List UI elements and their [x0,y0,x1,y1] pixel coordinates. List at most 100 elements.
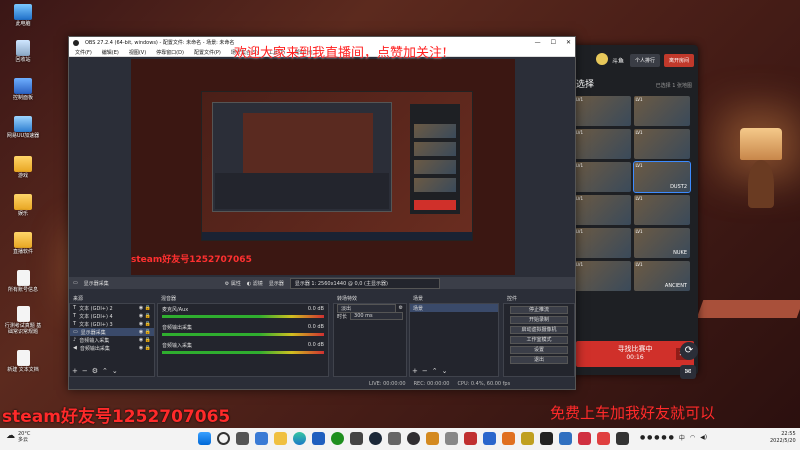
steam-icon[interactable] [369,432,382,445]
volume-meter[interactable] [162,351,324,354]
obs-icon[interactable] [407,432,420,445]
app-icon[interactable] [597,432,610,445]
settings-button[interactable]: 设置 [510,346,568,354]
stop-streaming-button[interactable]: 停止推流 [510,306,568,314]
scene-down-button[interactable]: ⌄ [442,367,448,375]
add-source-button[interactable]: + [72,367,78,375]
eye-icon[interactable]: ◉ 🔒 [139,345,151,351]
menu-profile[interactable]: 配置文件(P) [194,49,221,56]
volume-icon[interactable]: ◀) [700,434,707,441]
map-tile[interactable]: LV1 ANCIENT [633,261,690,291]
add-scene-button[interactable]: + [412,367,418,375]
scene-item[interactable]: 场景 [410,304,498,312]
virtual-camera-button[interactable]: 启动虚拟摄像机 [510,326,568,334]
source-item[interactable]: ♪ 音频输入采集 ◉ 🔒 [70,336,154,344]
clock[interactable]: 22:55 2022/5/20 [770,431,796,444]
source-settings-button[interactable]: ⚙ [92,367,98,375]
game-icon[interactable] [426,432,439,445]
rank-button[interactable]: 个人排行 [629,53,660,67]
start-recording-button[interactable]: 开始录制 [510,316,568,324]
source-item[interactable]: T 文本 (GDI+) 2 ◉ 🔒 [70,304,154,312]
filters-button[interactable]: ◐ 滤镜 [247,280,263,287]
app-icon[interactable] [616,432,629,445]
sync-icon[interactable]: ⟳ [680,342,698,360]
remove-source-button[interactable]: − [82,367,88,375]
desktop-icon-this-pc[interactable]: 此电脑 [4,4,42,28]
app-icon[interactable] [445,432,458,445]
eye-icon[interactable]: ◉ 🔒 [139,329,151,335]
chat-icon[interactable]: ✉ [680,365,696,379]
map-tile[interactable]: LV1 [633,96,690,126]
maximize-button[interactable]: ☐ [551,39,556,46]
app-icon[interactable] [483,432,496,445]
desktop-icon-accounts[interactable]: 所有账号信息 [4,270,42,294]
eye-icon[interactable]: ◉ 🔒 [139,321,151,327]
map-tile[interactable]: LV1 [574,96,631,126]
app-icon[interactable] [388,432,401,445]
minimize-button[interactable]: — [535,39,541,46]
exit-button[interactable]: 退出 [510,356,568,364]
app-icon[interactable] [350,432,363,445]
desktop-icon-recycle-bin[interactable]: 回收站 [4,40,42,64]
tray-icons[interactable]: ● ● ● ● ● [640,434,674,441]
store-icon[interactable] [312,432,325,445]
source-item[interactable]: T 文本 (GDI+) 3 ◉ 🔒 [70,320,154,328]
app-icon[interactable] [578,432,591,445]
remove-scene-button[interactable]: − [422,367,428,375]
ime-indicator[interactable]: 中 [679,433,685,442]
search-icon[interactable] [217,432,230,445]
weather-widget[interactable]: ☁ 20°C 多云 [6,431,30,443]
desktop-icon-exam[interactable]: 行测考试真题 基础常识常规题 [4,306,42,336]
move-up-button[interactable]: ⌃ [102,367,108,375]
edge-icon[interactable] [293,432,306,445]
desktop-icon-games[interactable]: 游戏 [4,156,42,180]
widgets-icon[interactable] [255,432,268,445]
properties-button[interactable]: ⚙ 属性 [225,280,241,287]
app-icon[interactable] [502,432,515,445]
obs-preview[interactable]: steam好友号1252707065 [131,59,515,275]
windows-start-icon[interactable] [198,432,211,445]
move-down-button[interactable]: ⌄ [112,367,118,375]
map-tile[interactable]: LV1 [633,195,690,225]
map-tile[interactable]: LV1 [574,162,631,192]
source-item[interactable]: ◀ 音频输出采集 ◉ 🔒 [70,344,154,352]
app-icon[interactable] [464,432,477,445]
close-button[interactable]: ✕ [566,39,571,46]
desktop-icon-control-panel[interactable]: 控制面板 [4,78,42,102]
map-tile[interactable]: LV1 [574,228,631,258]
map-tile[interactable]: LV1 [633,129,690,159]
menu-file[interactable]: 文件(F) [75,49,92,56]
desktop-icon-new-text[interactable]: 新建 文本文档 [4,350,42,374]
scene-up-button[interactable]: ⌃ [432,367,438,375]
xbox-icon[interactable] [331,432,344,445]
app-icon[interactable] [540,432,553,445]
source-item-selected[interactable]: ▭ 显示器采集 ◉ 🔒 [70,328,154,336]
leave-room-button[interactable]: 离开房间 [663,53,694,67]
app-icon[interactable] [521,432,534,445]
wifi-icon[interactable]: ◠ [690,434,695,441]
source-item[interactable]: T 文本 (GDI+) 4 ◉ 🔒 [70,312,154,320]
duration-input[interactable]: 300 ms [350,312,403,320]
menu-docks[interactable]: 停靠窗口(D) [156,49,184,56]
map-tile[interactable]: LV1 [574,261,631,291]
volume-meter[interactable] [162,315,324,318]
map-tile[interactable]: LV1 NUKE [633,228,690,258]
file-explorer-icon[interactable] [274,432,287,445]
studio-mode-button[interactable]: 工作室模式 [510,336,568,344]
transition-settings-icon[interactable]: ⚙ [399,305,403,311]
app-icon[interactable] [559,432,572,445]
desktop-icon-uu[interactable]: 网易UU加速器 [4,116,42,140]
display-select[interactable]: 显示器 1: 2560x1440 @ 0,0 (主显示器) [289,277,440,289]
map-tile-selected[interactable]: LV1 DUST2 [632,161,691,193]
eye-icon[interactable]: ◉ 🔒 [139,313,151,319]
eye-icon[interactable]: ◉ 🔒 [139,337,151,343]
volume-meter[interactable] [162,333,324,336]
menu-edit[interactable]: 编辑(E) [102,49,119,56]
map-tile[interactable]: LV1 [574,195,631,225]
task-view-icon[interactable] [236,432,249,445]
map-tile[interactable]: LV1 [574,129,631,159]
desktop-icon-entertainment[interactable]: 娱乐 [4,194,42,218]
eye-icon[interactable]: ◉ 🔒 [139,305,151,311]
desktop-icon-live-software[interactable]: 直播软件 [4,232,42,256]
menu-view[interactable]: 视图(V) [129,49,146,56]
